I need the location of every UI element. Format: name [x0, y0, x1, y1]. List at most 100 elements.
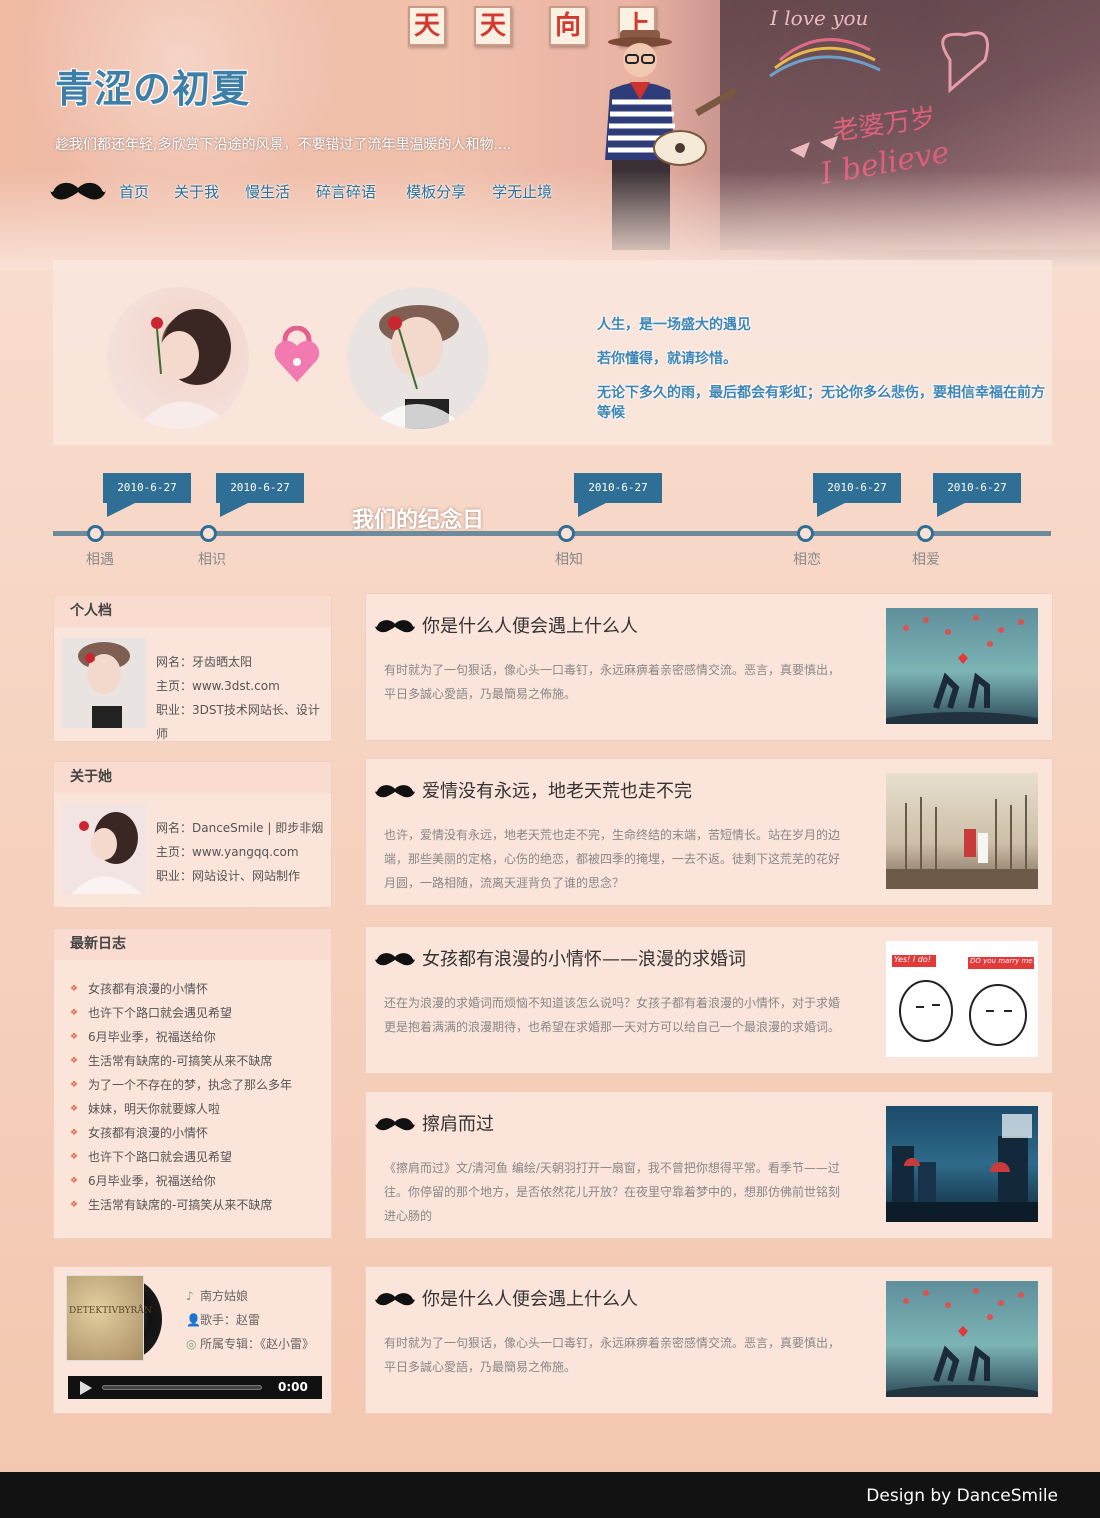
her-avatar	[107, 287, 249, 429]
footer: Design by DanceSmile	[0, 1472, 1100, 1518]
article-excerpt: 也许，爱情没有永远，地老天荒也走不完，生命终结的末端，苦短情长。站在岁月的边端，…	[384, 828, 841, 890]
timeline-label: 相爱	[912, 552, 940, 568]
recent-post-link[interactable]: 6月毕业季，祝福送给你	[70, 1169, 292, 1193]
recent-post-link[interactable]: 生活常有缺席的-可搞笑从来不缺席	[70, 1049, 292, 1073]
album-text: 所属专辑：《赵小雷》	[200, 1337, 315, 1351]
album-art: DETEKTIVBYRÅN	[66, 1275, 152, 1361]
time-display: 0:00	[278, 1380, 308, 1394]
article-title[interactable]: 你是什么人便会遇上什么人	[422, 1285, 638, 1311]
thumb-rain-city	[886, 1114, 1038, 1222]
my-profile-card: 个人档 网名：牙齿晒太阳 主页：www.3dst.com 职业：3DST技术网站…	[53, 595, 332, 742]
mustache-icon	[50, 182, 106, 200]
her-homepage[interactable]: 主页：www.yangqq.com	[156, 840, 299, 864]
article-thumbnail[interactable]	[886, 1106, 1038, 1222]
thumb-yes-text: Yes! I do!	[894, 955, 931, 964]
thumb-balloons-couple	[886, 615, 1038, 724]
article-excerpt: 有时就为了一句狠话，像心头一口毒钉，永远麻痹着亲密感情交流。恶言，真要慎出，平日…	[384, 1336, 841, 1374]
my-profile-heading: 个人档	[54, 596, 331, 627]
mustache-icon	[372, 1291, 418, 1307]
recent-post-link[interactable]: 女孩都有浪漫的小情怀	[70, 1121, 292, 1145]
song-title-text: 南方姑娘	[200, 1289, 249, 1303]
mustache-icon	[372, 1116, 418, 1132]
timeline-node[interactable]	[87, 525, 104, 542]
nav-home[interactable]: 首页	[119, 181, 149, 202]
timeline-label: 相识	[198, 552, 226, 568]
article-title[interactable]: 你是什么人便会遇上什么人	[422, 612, 638, 638]
recent-post-link[interactable]: 为了一个不存在的梦，执念了那么多年	[70, 1073, 292, 1097]
article-excerpt: 还在为浪漫的求婚词而烦恼不知道该怎么说吗？女孩子都有着浪漫的小情怀，对于求婚更是…	[384, 996, 841, 1034]
site-title[interactable]: 青涩の初夏	[55, 58, 250, 113]
audio-player: 0:00	[68, 1376, 322, 1399]
thumb-balloons-couple	[886, 1288, 1038, 1397]
nav-slow-life[interactable]: 慢生活	[245, 181, 290, 202]
timeline-node[interactable]	[558, 525, 575, 542]
article-title[interactable]: 擦肩而过	[422, 1110, 494, 1136]
main-nav: 首页 关于我 慢生活 碎言碎语 模板分享 学无止境	[50, 180, 552, 202]
nav-templates[interactable]: 模板分享	[406, 181, 466, 202]
timeline-date: 2010-6-27	[813, 473, 901, 517]
her-profile-portrait	[72, 812, 142, 894]
my-nickname: 网名：牙齿晒太阳	[156, 655, 253, 669]
footer-credit[interactable]: Design by DanceSmile	[866, 1486, 1058, 1506]
article-excerpt: 《擦肩而过》文/清河鱼 编绘/天朝羽打开一扇窗，我不曾把你想得平常。看季节——过…	[384, 1161, 841, 1223]
timeline-date: 2010-6-27	[574, 473, 662, 517]
nav-learning[interactable]: 学无止境	[492, 181, 552, 202]
article-title[interactable]: 爱情没有永远，地老天荒也走不完	[422, 777, 692, 803]
article-thumbnail[interactable]: Yes! I do! DO you marry me?	[886, 941, 1038, 1057]
her-profile-heading: 关于她	[54, 762, 331, 793]
recent-post-link[interactable]: 生活常有缺席的-可搞笑从来不缺席	[70, 1193, 292, 1217]
thumb-winter-couple	[886, 795, 1038, 889]
article-card[interactable]: 爱情没有永远，地老天荒也走不完 也许，爱情没有永远，地老天荒也走不完，生命终结的…	[365, 758, 1053, 906]
article-excerpt: 有时就为了一句狠话，像心头一口毒钉，永远麻痹着亲密感情交流。恶言，真要慎出，平日…	[384, 663, 841, 701]
recent-post-link[interactable]: 妹妹，明天你就要嫁人啦	[70, 1097, 292, 1121]
thumb-marry-text: DO you marry me?	[970, 957, 1037, 965]
header-banner: I love you 老婆万岁 I believe 天 天 向 上 青涩の初夏 …	[0, 0, 1100, 270]
nav-about-me[interactable]: 关于我	[174, 181, 219, 202]
sign-tian-1: 天	[408, 6, 446, 46]
timeline-node[interactable]	[917, 525, 934, 542]
recent-post-link[interactable]: 6月毕业季，祝福送给你	[70, 1025, 292, 1049]
article-thumbnail[interactable]	[886, 773, 1038, 889]
timeline-title: 我们的纪念日	[352, 508, 485, 533]
article-thumbnail[interactable]	[886, 608, 1038, 724]
mustache-icon	[372, 951, 418, 967]
recent-post-link[interactable]: 也许下个路口就会遇见希望	[70, 1145, 292, 1169]
his-avatar	[347, 287, 489, 429]
progress-slider[interactable]	[102, 1385, 262, 1390]
article-card[interactable]: 擦肩而过 《擦肩而过》文/清河鱼 编绘/天朝羽打开一扇窗，我不曾把你想得平常。看…	[365, 1091, 1053, 1239]
my-homepage[interactable]: 主页：www.3dst.com	[156, 674, 280, 698]
nav-jottings[interactable]: 碎言碎语	[316, 181, 376, 202]
her-profile-photo	[62, 804, 146, 894]
music-note-icon: ♪	[186, 1289, 194, 1303]
her-nickname: 网名：DanceSmile | 即步非烟	[156, 821, 324, 835]
love-quote-3: 无论下多久的雨，最后都会有彩虹；无论你多么悲伤，要相信幸福在前方等候	[597, 385, 1045, 421]
recent-posts-list: 女孩都有浪漫的小情怀 也许下个路口就会遇见希望 6月毕业季，祝福送给你 生活常有…	[70, 977, 292, 1217]
timeline-date: 2010-6-27	[216, 473, 304, 517]
timeline-date: 2010-6-27	[103, 473, 191, 517]
play-icon[interactable]	[80, 1381, 92, 1395]
article-card[interactable]: 你是什么人便会遇上什么人 有时就为了一句狠话，像心头一口毒钉，永远麻痹着亲密感情…	[365, 1266, 1053, 1414]
recent-post-link[interactable]: 也许下个路口就会遇见希望	[70, 1001, 292, 1025]
timeline-node[interactable]	[200, 525, 217, 542]
love-quote-1: 人生，是一场盛大的遇见	[597, 317, 751, 333]
love-quote-2: 若你懂得，就请珍惜。	[597, 351, 737, 367]
timeline-label: 相知	[555, 552, 583, 568]
mustache-icon	[372, 783, 418, 799]
article-card[interactable]: 女孩都有浪漫的小情怀——浪漫的求婚词 还在为浪漫的求婚词而烦恼不知道该怎么说吗？…	[365, 926, 1053, 1074]
her-job: 职业：网站设计、网站制作	[156, 869, 301, 883]
site-subtitle: 趁我们都还年轻,多欣赏下沿途的风景，不要错过了流年里温暖的人和物....	[55, 137, 512, 153]
my-profile-photo	[62, 638, 146, 728]
my-job: 职业：3DST技术网站长、设计师	[156, 703, 320, 741]
person-icon: 👤	[186, 1313, 201, 1327]
article-title[interactable]: 女孩都有浪漫的小情怀——浪漫的求婚词	[422, 945, 746, 971]
couple-panel: 人生，是一场盛大的遇见 若你懂得，就请珍惜。 无论下多久的雨，最后都会有彩虹；无…	[53, 260, 1052, 445]
sign-tian-2: 天	[474, 6, 512, 46]
article-card[interactable]: 你是什么人便会遇上什么人 有时就为了一句狠话，像心头一口毒钉，永远麻痹着亲密感情…	[365, 593, 1053, 741]
recent-post-link[interactable]: 女孩都有浪漫的小情怀	[70, 977, 292, 1001]
chalk-text-love: I love you	[770, 6, 869, 30]
disc-icon: ◎	[186, 1337, 197, 1351]
song-singer: 👤歌手：赵雷	[186, 1311, 260, 1328]
his-portrait	[367, 305, 467, 429]
article-thumbnail[interactable]	[886, 1281, 1038, 1397]
timeline-node[interactable]	[797, 525, 814, 542]
